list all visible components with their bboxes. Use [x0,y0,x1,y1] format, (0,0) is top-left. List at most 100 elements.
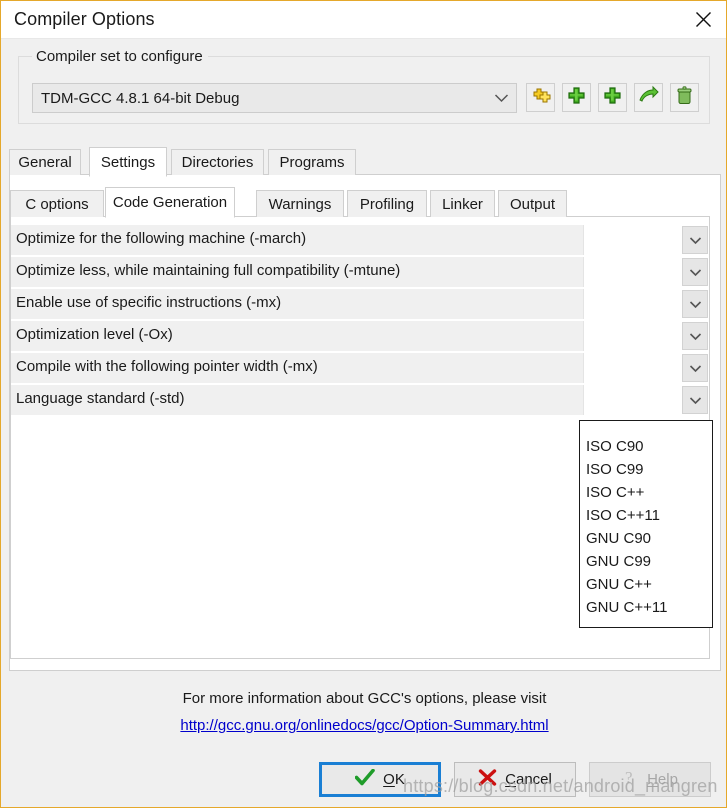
dropdown-item[interactable]: ISO C99 [580,458,712,481]
dropdown-item[interactable]: ISO C++11 [580,504,712,527]
svg-text:?: ? [625,768,633,787]
ok-accel: O [383,771,395,788]
dropdown-item[interactable]: GNU C++11 [580,596,712,619]
compiler-set-combobox[interactable]: TDM-GCC 4.8.1 64-bit Debug [32,83,517,113]
option-row-pointer-width: Compile with the following pointer width… [11,353,709,383]
tab-c-options[interactable]: C options [10,190,104,217]
tab-general-label: General [18,154,72,171]
tab-settings[interactable]: Settings [89,147,167,177]
chevron-down-icon[interactable] [682,290,708,318]
outer-tabstrip: General Settings Directories Programs [9,147,721,177]
duplicate-compiler-set-button[interactable] [598,83,627,112]
question-mark-icon: ? [622,768,639,791]
option-combobox-march[interactable] [583,225,709,255]
tab-directories[interactable]: Directories [171,149,264,175]
code-generation-option-list: Optimize for the following machine (-mar… [11,225,709,418]
tab-profiling-label: Profiling [359,195,415,213]
help-accel: H [647,771,658,788]
compiler-set-selected-value: TDM-GCC 4.8.1 64-bit Debug [41,89,240,107]
green-trash-icon [674,85,695,111]
cancel-button[interactable]: Cancel [454,762,576,797]
footer-info-text: For more information about GCC's options… [182,690,547,707]
tab-warnings-label: Warnings [268,195,332,213]
tab-output-label: Output [509,195,556,213]
option-label-language-standard: Language standard (-std) [16,390,185,407]
option-row-mtune: Optimize less, while maintaining full co… [11,257,709,287]
option-row-mx-instructions: Enable use of specific instructions (-mx… [11,289,709,319]
option-value-language-standard[interactable] [584,385,682,415]
language-standard-dropdown-list[interactable]: ISO C90 ISO C99 ISO C++ ISO C++11 GNU C9… [579,420,713,628]
tab-settings-label: Settings [100,153,156,171]
configure-compiler-set-button[interactable] [526,83,555,112]
tab-code-generation[interactable]: Code Generation [105,187,235,218]
dropdown-item[interactable]: GNU C90 [580,527,712,550]
option-row-language-standard: Language standard (-std) [11,385,709,415]
delete-compiler-set-button[interactable] [670,83,699,112]
footer-link-wrap: http://gcc.gnu.org/onlinedocs/gcc/Option… [1,717,726,734]
option-combobox-mx-instructions[interactable] [583,289,709,319]
compiler-options-dialog: Compiler Options Compiler set to configu… [0,0,727,808]
close-button[interactable] [680,1,726,38]
rename-compiler-set-button[interactable] [634,83,663,112]
add-compiler-set-button[interactable] [562,83,591,112]
option-label-mtune: Optimize less, while maintaining full co… [16,262,401,279]
cancel-button-label: Cancel [505,771,552,788]
tab-linker-label: Linker [442,195,483,213]
window-title: Compiler Options [14,9,155,29]
green-check-icon [354,768,375,790]
help-button-label: Help [647,771,678,788]
chevron-down-icon[interactable] [682,226,708,254]
chevron-down-icon[interactable] [682,258,708,286]
dropdown-item[interactable]: ISO C++ [580,481,712,504]
help-button: ? Help [589,762,711,797]
option-row-march: Optimize for the following machine (-mar… [11,225,709,255]
help-rest: elp [657,771,678,788]
tab-programs[interactable]: Programs [268,149,356,175]
option-value-mx-instructions[interactable] [584,289,682,319]
option-combobox-optimization-level[interactable] [583,321,709,351]
tab-programs-label: Programs [279,154,345,171]
option-label-march: Optimize for the following machine (-mar… [16,230,307,247]
option-value-march[interactable] [584,225,682,255]
tab-general[interactable]: General [9,149,81,175]
chevron-down-icon[interactable] [486,84,516,112]
ok-rest: K [394,771,405,788]
option-row-optimization-level: Optimization level (-Ox) [11,321,709,351]
tab-warnings[interactable]: Warnings [256,190,344,217]
green-plus-icon [602,85,623,111]
yellow-double-plus-icon [530,85,551,111]
dropdown-item[interactable]: ISO C90 [580,435,712,458]
option-value-optimization-level[interactable] [584,321,682,351]
compiler-set-group-label: Compiler set to configure [32,48,208,65]
option-combobox-mtune[interactable] [583,257,709,287]
option-label-pointer-width: Compile with the following pointer width… [16,358,318,375]
tab-output[interactable]: Output [498,190,567,217]
option-combobox-pointer-width[interactable] [583,353,709,383]
green-arrow-icon [638,85,659,111]
green-plus-icon [566,85,587,111]
option-value-pointer-width[interactable] [584,353,682,383]
gcc-option-summary-link[interactable]: http://gcc.gnu.org/onlinedocs/gcc/Option… [180,717,548,734]
chevron-down-icon[interactable] [682,354,708,382]
option-combobox-language-standard[interactable] [583,385,709,415]
dialog-button-bar: OK Cancel ? Help [1,753,726,807]
chevron-down-icon[interactable] [682,322,708,350]
tab-code-generation-label: Code Generation [112,194,228,211]
cancel-rest: ancel [515,771,552,788]
close-icon [695,11,712,28]
tab-linker[interactable]: Linker [430,190,495,217]
option-value-mtune[interactable] [584,257,682,287]
cancel-accel: C [505,771,516,788]
title-bar: Compiler Options [1,1,726,39]
ok-button-label: OK [383,771,405,788]
tab-profiling[interactable]: Profiling [347,190,427,217]
red-x-icon [478,769,497,790]
dropdown-item[interactable]: GNU C99 [580,550,712,573]
option-label-optimization-level: Optimization level (-Ox) [16,326,173,343]
tab-directories-label: Directories [181,154,254,171]
tab-c-options-label: C options [25,195,89,213]
chevron-down-icon[interactable] [682,386,708,414]
ok-button[interactable]: OK [319,762,441,797]
option-label-mx-instructions: Enable use of specific instructions (-mx… [16,294,282,311]
dropdown-item[interactable]: GNU C++ [580,573,712,596]
